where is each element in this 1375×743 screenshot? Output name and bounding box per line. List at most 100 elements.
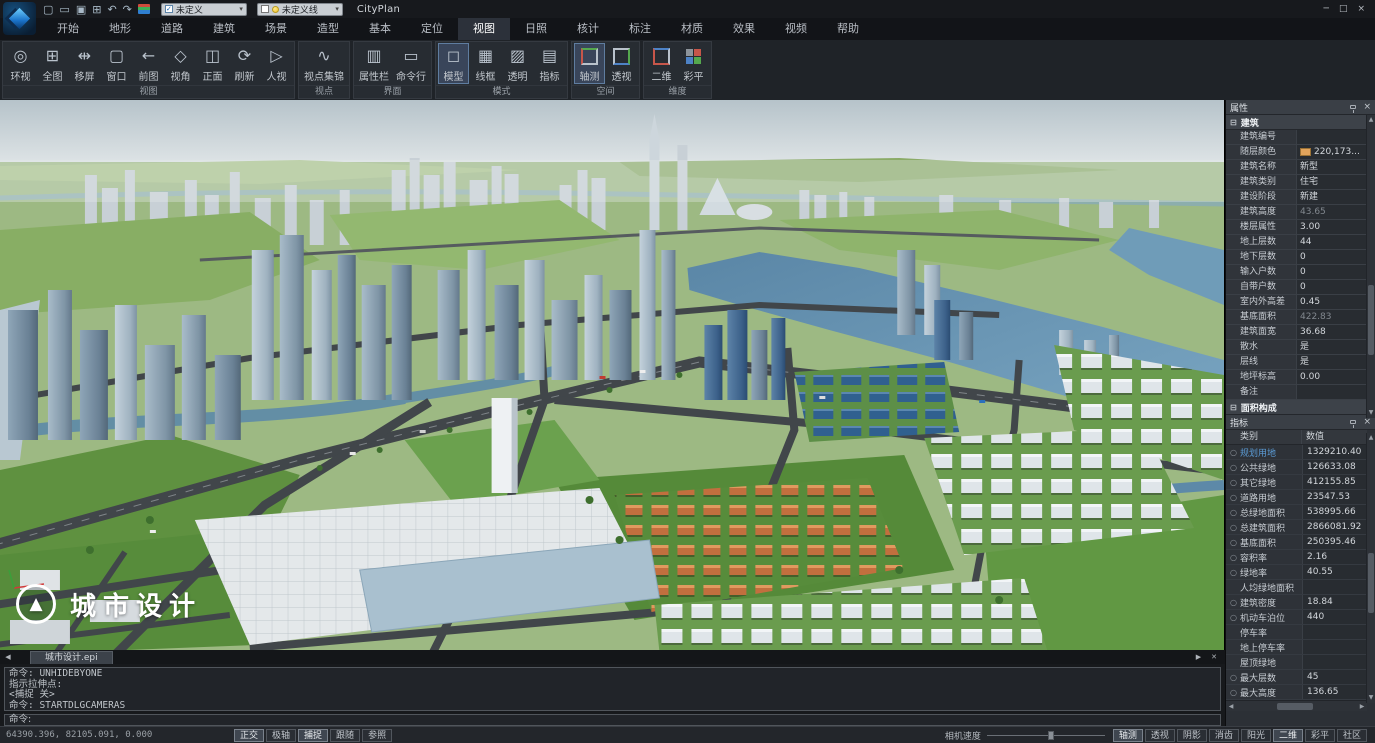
tab-scroll-right-icon[interactable]: ▶ <box>1196 653 1201 661</box>
pan-button[interactable]: ⇹ 移屏 <box>69 43 100 84</box>
property-row[interactable]: 随层颜色 220,173... <box>1226 145 1367 160</box>
scroll-down-icon[interactable]: ▼ <box>1367 693 1375 703</box>
viewport-3d[interactable]: ▲ 城市设计 <box>0 100 1225 650</box>
slider-thumb[interactable] <box>1048 731 1054 740</box>
minimize-icon[interactable]: ─ <box>1324 1 1329 17</box>
scroll-up-icon[interactable]: ▲ <box>1367 115 1375 125</box>
two-d-toggle[interactable]: 二维 <box>1273 729 1303 742</box>
follow-toggle[interactable]: 跟随 <box>330 729 360 742</box>
collapse-icon[interactable]: ⊟ <box>1230 403 1237 412</box>
new-file-icon[interactable]: ▢ <box>42 1 54 17</box>
properties-scrollbar[interactable]: ▲ ▼ <box>1366 115 1375 418</box>
tab-view[interactable]: 视图 <box>458 18 510 40</box>
tab-position[interactable]: 定位 <box>406 18 458 40</box>
tab-video[interactable]: 视频 <box>770 18 822 40</box>
indicator-row[interactable]: ○ 规划用地 1329210.40 <box>1226 445 1367 460</box>
tab-material[interactable]: 材质 <box>666 18 718 40</box>
open-file-icon[interactable]: ▭ <box>58 1 70 17</box>
tab-scene[interactable]: 场景 <box>250 18 302 40</box>
scroll-down-icon[interactable]: ▼ <box>1367 408 1375 418</box>
undo-icon[interactable]: ↶ <box>106 1 117 17</box>
indicator-mode-button[interactable]: ▤ 指标 <box>534 43 565 84</box>
shadow-toggle[interactable]: 阴影 <box>1177 729 1207 742</box>
antialias-toggle[interactable]: 消齿 <box>1209 729 1239 742</box>
sunlight-toggle[interactable]: 阳光 <box>1241 729 1271 742</box>
property-row[interactable]: 楼层属性 3.00 <box>1226 220 1367 235</box>
indicator-row[interactable]: ○ 基底面积 250395.46 <box>1226 535 1367 550</box>
scrollbar-thumb[interactable] <box>1368 285 1374 355</box>
previous-view-button[interactable]: ← 前图 <box>133 43 164 84</box>
snap-toggle[interactable]: 捕捉 <box>298 729 328 742</box>
pin-icon[interactable] <box>1350 105 1356 109</box>
property-row[interactable]: 地下层数 0 <box>1226 250 1367 265</box>
indicator-row[interactable]: ○ 最大高度 136.65 <box>1226 685 1367 700</box>
property-row[interactable]: 备注 <box>1226 385 1367 400</box>
refresh-button[interactable]: ⟳ 刷新 <box>229 43 260 84</box>
tab-scroll-left-icon[interactable]: ◀ <box>0 653 16 661</box>
tab-basic[interactable]: 基本 <box>354 18 406 40</box>
drawing-tab[interactable]: 城市设计.epi <box>30 651 113 664</box>
property-row[interactable]: 基底面积 422.83 <box>1226 310 1367 325</box>
transparent-mode-button[interactable]: ▨ 透明 <box>502 43 533 84</box>
tab-check[interactable]: 核计 <box>562 18 614 40</box>
indicators-hscrollbar[interactable]: ◀ ▶ <box>1226 700 1367 711</box>
property-row[interactable]: 建筑高度 43.65 <box>1226 205 1367 220</box>
property-row[interactable]: 建筑面宽 36.68 <box>1226 325 1367 340</box>
ortho-toggle[interactable]: 正交 <box>234 729 264 742</box>
tab-start[interactable]: 开始 <box>42 18 94 40</box>
tab-building[interactable]: 建筑 <box>198 18 250 40</box>
reference-toggle[interactable]: 参照 <box>362 729 392 742</box>
save-as-icon[interactable]: ⊞ <box>91 1 102 17</box>
color-plan-button[interactable]: 彩平 <box>678 43 709 84</box>
community-toggle[interactable]: 社区 <box>1337 729 1367 742</box>
indicator-row[interactable]: ○ 停车率 <box>1226 625 1367 640</box>
app-logo-icon[interactable] <box>3 2 36 35</box>
model-mode-button[interactable]: ◻ 模型 <box>438 43 469 84</box>
zoom-window-button[interactable]: ▢ 窗口 <box>101 43 132 84</box>
pin-icon[interactable] <box>1350 420 1356 424</box>
property-row[interactable]: 室内外高差 0.45 <box>1226 295 1367 310</box>
command-input[interactable]: 命令: <box>4 714 1221 726</box>
indicators-scrollbar[interactable]: ▲ ▼ <box>1366 433 1375 703</box>
collapse-icon[interactable]: ⊟ <box>1230 118 1237 127</box>
scrollbar-thumb[interactable] <box>1277 703 1313 710</box>
property-row[interactable]: 地上层数 44 <box>1226 235 1367 250</box>
tab-modeling[interactable]: 造型 <box>302 18 354 40</box>
two-d-button[interactable]: 二维 <box>646 43 677 84</box>
zoom-extents-button[interactable]: ⊞ 全图 <box>37 43 68 84</box>
property-row[interactable]: 建筑编号 <box>1226 130 1367 145</box>
camera-speed-slider[interactable] <box>987 729 1105 742</box>
indicator-row[interactable]: ○ 公共绿地 126633.08 <box>1226 460 1367 475</box>
command-history[interactable]: 命令: UNHIDEBYONE指示拉伸点:<捕捉 关>命令: STARTDLGC… <box>4 667 1221 711</box>
indicator-row[interactable]: ○ 总绿地面积 538995.66 <box>1226 505 1367 520</box>
property-row[interactable]: 散水 是 <box>1226 340 1367 355</box>
axo-toggle[interactable]: 轴测 <box>1113 729 1143 742</box>
indicator-row[interactable]: ○ 容积率 2.16 <box>1226 550 1367 565</box>
command-line-button[interactable]: ▭ 命令行 <box>393 43 429 84</box>
scroll-left-icon[interactable]: ◀ <box>1226 703 1236 710</box>
indicator-row[interactable]: ○ 地上停车率 <box>1226 640 1367 655</box>
layers-icon[interactable] <box>137 1 151 17</box>
orbit-view-button[interactable]: ◎ 环视 <box>5 43 36 84</box>
indicator-row[interactable]: ○ 道路用地 23547.53 <box>1226 490 1367 505</box>
maximize-icon[interactable]: □ <box>1339 1 1348 17</box>
property-row[interactable]: 输入户数 0 <box>1226 265 1367 280</box>
tab-help[interactable]: 帮助 <box>822 18 874 40</box>
section-area-composition[interactable]: ⊟ 面积构成 <box>1226 400 1367 415</box>
section-building[interactable]: ⊟ 建筑 <box>1226 115 1375 130</box>
tab-road[interactable]: 道路 <box>146 18 198 40</box>
indicator-row[interactable]: ○ 机动车泊位 440 <box>1226 610 1367 625</box>
person-view-button[interactable]: ▷ 人视 <box>261 43 292 84</box>
axonometric-button[interactable]: 轴测 <box>574 43 605 84</box>
linetype-dropdown[interactable]: 未定义线 ▾ <box>257 3 343 16</box>
viewpoint-collection-button[interactable]: ∿ 视点集锦 <box>301 43 347 84</box>
scroll-right-icon[interactable]: ▶ <box>1357 703 1367 710</box>
indicator-row[interactable]: ○ 最大层数 45 <box>1226 670 1367 685</box>
front-view-button[interactable]: ◫ 正面 <box>197 43 228 84</box>
property-row[interactable]: 层线 是 <box>1226 355 1367 370</box>
scroll-up-icon[interactable]: ▲ <box>1367 433 1375 443</box>
close-icon[interactable]: × <box>1363 103 1371 112</box>
polar-toggle[interactable]: 极轴 <box>266 729 296 742</box>
properties-bar-button[interactable]: ▥ 属性栏 <box>356 43 392 84</box>
property-row[interactable]: 建筑名称 新型 <box>1226 160 1367 175</box>
